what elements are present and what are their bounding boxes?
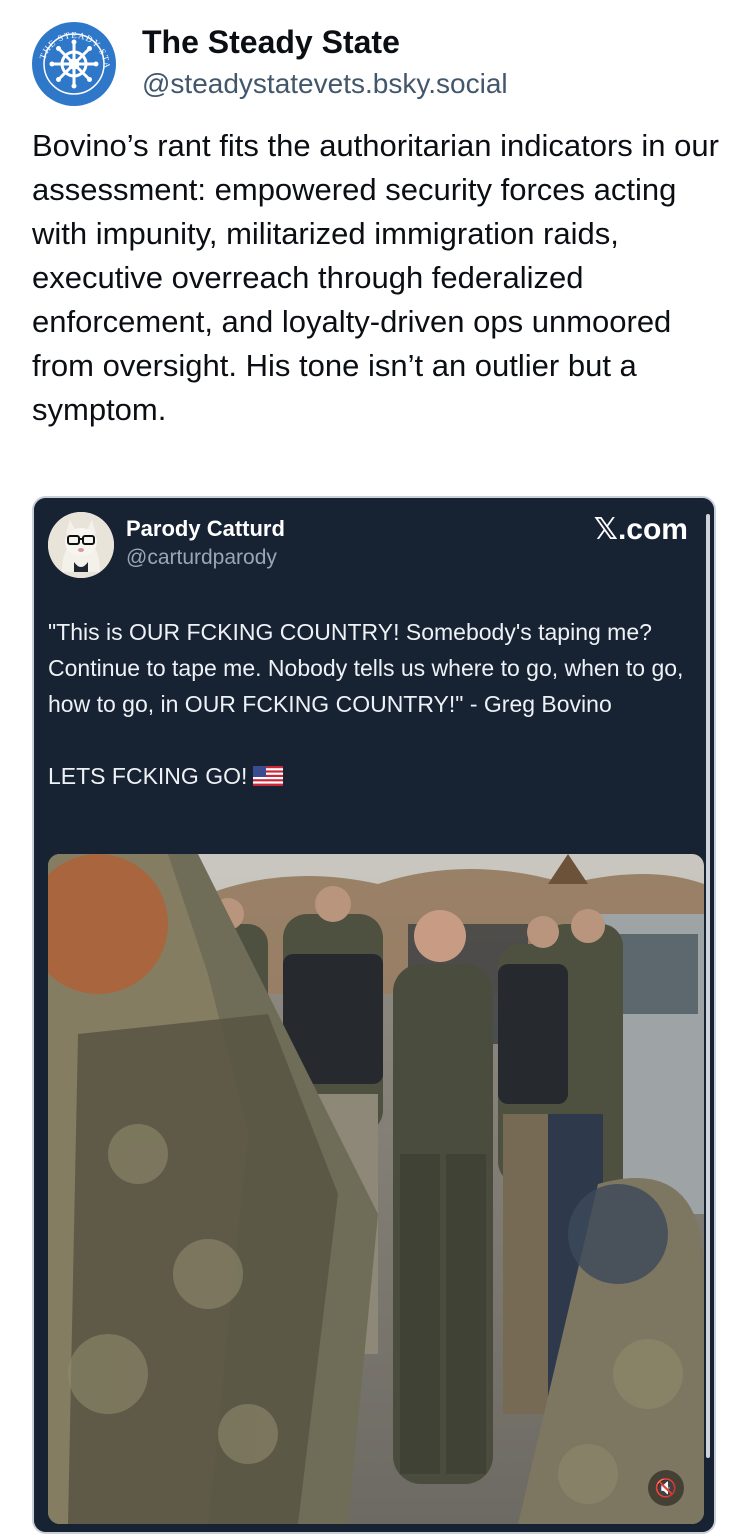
embedded-image-frame[interactable]: Parody Catturd @carturdparody 𝕏.com "Thi… <box>32 496 716 1534</box>
quote-paragraph: "This is OUR FCKING COUNTRY! Somebody's … <box>48 619 684 717</box>
post-body-text: Bovino’s rant fits the authoritarian ind… <box>32 128 719 427</box>
cat-avatar-icon <box>48 512 114 578</box>
ship-wheel-icon: THE STEADY STATE <box>32 22 115 105</box>
crowd-photo <box>48 854 704 1524</box>
embed-quote-text: "This is OUR FCKING COUNTRY! Somebody's … <box>48 614 700 794</box>
embed-author-name: Parody Catturd <box>126 516 285 541</box>
x-com-label: 𝕏.com <box>593 513 688 546</box>
us-flag-icon <box>253 766 284 786</box>
tagline-paragraph: LETS FCKING GO! <box>48 758 700 794</box>
mute-icon[interactable]: 🔇 <box>648 1470 684 1506</box>
author-name[interactable]: The Steady State <box>142 24 400 61</box>
post-header: THE STEADY STATE The Steady State @stead… <box>32 22 722 108</box>
parody-catturd-avatar <box>48 512 114 578</box>
scrollbar[interactable] <box>706 514 710 1458</box>
author-handle[interactable]: @steadystatevets.bsky.social <box>142 68 508 100</box>
steady-state-avatar[interactable]: THE STEADY STATE <box>32 22 116 106</box>
embed-author-handle: @carturdparody <box>126 546 277 569</box>
video-thumbnail[interactable]: 🔇 <box>48 854 704 1524</box>
quoted-tweet-card: Parody Catturd @carturdparody 𝕏.com "Thi… <box>34 498 714 1532</box>
tagline-text: LETS FCKING GO! <box>48 763 248 789</box>
